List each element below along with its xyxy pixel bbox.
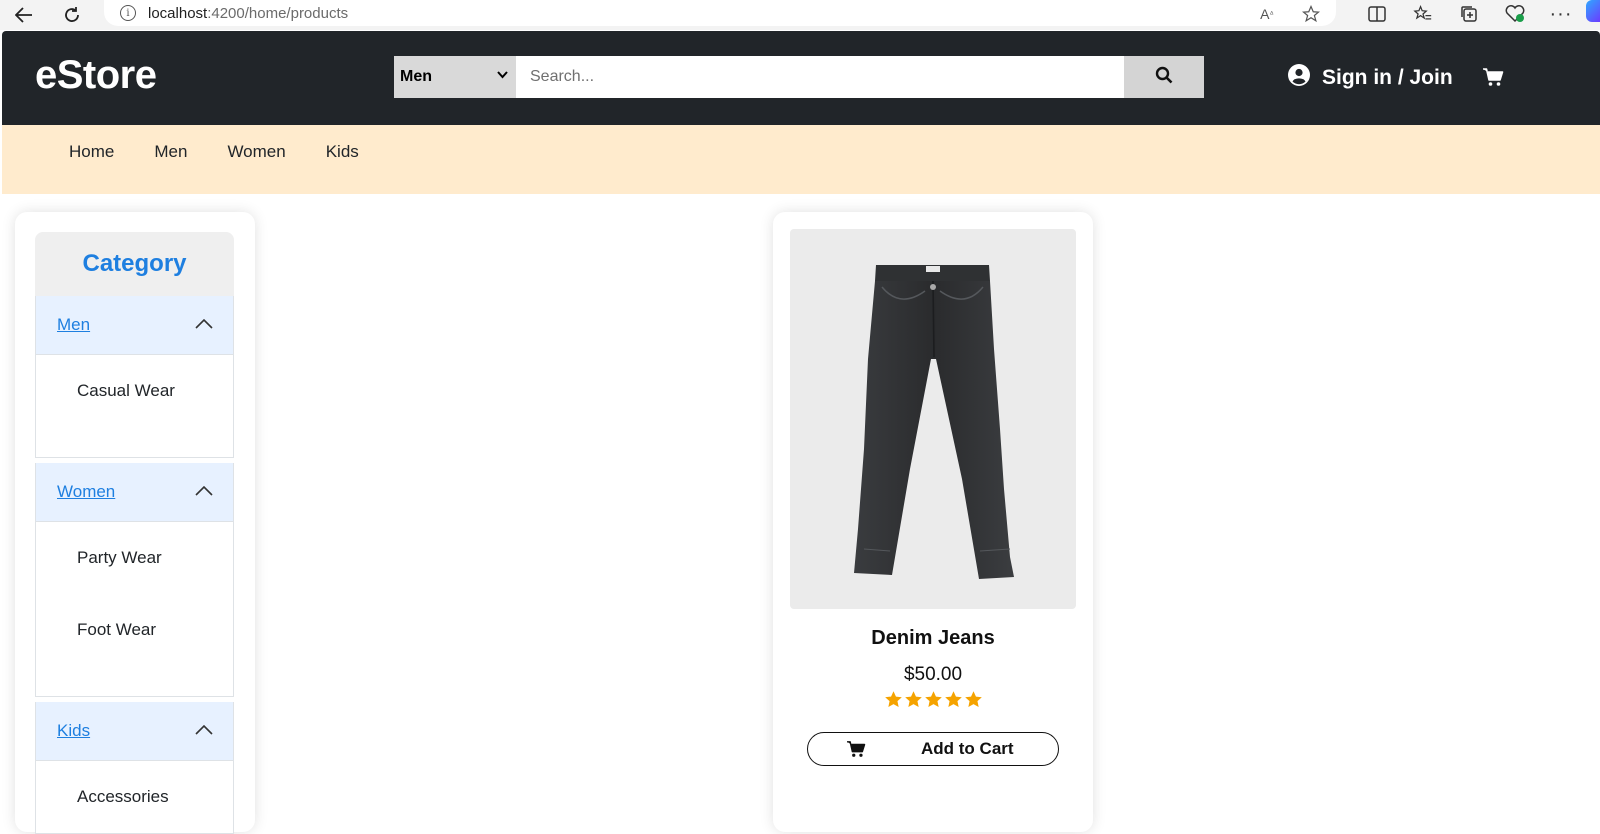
nav-link-home[interactable]: Home bbox=[69, 142, 114, 162]
subcategory-party-wear[interactable]: Party Wear bbox=[77, 522, 233, 594]
category-nav: Home Men Women Kids bbox=[2, 125, 1600, 194]
accordion-header-kids[interactable]: Kids bbox=[36, 702, 233, 761]
accordion-link-women[interactable]: Women bbox=[57, 482, 115, 502]
app-header: eStore Men Sign in / Join bbox=[2, 31, 1600, 125]
add-to-cart-label: Add to Cart bbox=[921, 739, 1014, 758]
search-category-value: Men bbox=[400, 68, 432, 85]
site-info-icon[interactable]: i bbox=[120, 5, 136, 21]
product-card: Denim Jeans $50.00 Add to Cart bbox=[773, 212, 1093, 832]
signin-label: Sign in / Join bbox=[1322, 66, 1453, 89]
cart-icon bbox=[846, 740, 866, 763]
search-input[interactable] bbox=[516, 56, 1124, 98]
product-price: $50.00 bbox=[903, 664, 963, 685]
nav-link-women[interactable]: Women bbox=[227, 142, 285, 162]
star-icon bbox=[964, 691, 982, 708]
accordion-link-kids[interactable]: Kids bbox=[57, 721, 90, 741]
subcategory-foot-wear[interactable]: Foot Wear bbox=[77, 594, 233, 666]
accordion-link-men[interactable]: Men bbox=[57, 315, 90, 335]
search-bar: Men bbox=[394, 56, 1204, 98]
search-icon bbox=[1155, 66, 1173, 89]
browser-essentials-icon[interactable] bbox=[1504, 3, 1526, 25]
nav-link-kids[interactable]: Kids bbox=[326, 142, 359, 162]
url-text: localhost:4200/home/products bbox=[148, 4, 349, 22]
accordion-kids: Kids Accessories bbox=[35, 702, 234, 834]
accordion-men: Men Casual Wear bbox=[35, 296, 234, 458]
chevron-up-icon[interactable] bbox=[195, 722, 213, 740]
search-category-select[interactable]: Men bbox=[394, 56, 516, 98]
star-icon bbox=[944, 691, 962, 708]
browser-toolbar: i localhost:4200/home/products Aᐞ ··· bbox=[0, 0, 1600, 30]
star-icon bbox=[884, 691, 902, 708]
back-icon[interactable] bbox=[10, 3, 38, 27]
chevron-up-icon[interactable] bbox=[195, 483, 213, 501]
chevron-up-icon[interactable] bbox=[195, 316, 213, 334]
signin-link[interactable]: Sign in / Join bbox=[1288, 64, 1453, 92]
accordion-header-men[interactable]: Men bbox=[36, 296, 233, 355]
nav-link-men[interactable]: Men bbox=[154, 142, 187, 162]
favorite-star-icon[interactable] bbox=[1300, 3, 1322, 25]
accordion-women: Women Party Wear Foot Wear bbox=[35, 463, 234, 697]
user-circle-icon bbox=[1288, 64, 1310, 92]
copilot-icon[interactable] bbox=[1586, 0, 1600, 22]
cart-icon[interactable] bbox=[1482, 67, 1504, 92]
star-icon bbox=[904, 691, 922, 708]
brand-logo[interactable]: eStore bbox=[35, 53, 157, 98]
more-menu-icon[interactable]: ··· bbox=[1550, 3, 1572, 25]
product-name[interactable]: Denim Jeans bbox=[773, 627, 1093, 650]
search-button[interactable] bbox=[1124, 56, 1204, 98]
rating-stars bbox=[773, 690, 1093, 715]
subcategory-accessories[interactable]: Accessories bbox=[77, 761, 233, 833]
collections-icon[interactable] bbox=[1458, 3, 1480, 25]
star-icon bbox=[924, 691, 942, 708]
refresh-icon[interactable] bbox=[58, 3, 86, 27]
address-bar[interactable]: i localhost:4200/home/products Aᐞ bbox=[104, 0, 1336, 26]
chevron-down-icon bbox=[497, 68, 508, 82]
product-image[interactable] bbox=[790, 229, 1076, 609]
split-screen-icon[interactable] bbox=[1366, 3, 1388, 25]
favorites-icon[interactable] bbox=[1412, 3, 1434, 25]
accordion-header-women[interactable]: Women bbox=[36, 463, 233, 522]
category-sidebar: Category Men Casual Wear Women Party Wea… bbox=[15, 212, 255, 834]
add-to-cart-button[interactable]: Add to Cart bbox=[807, 732, 1059, 766]
subcategory-casual-wear[interactable]: Casual Wear bbox=[77, 355, 233, 427]
sidebar-title: Category bbox=[35, 232, 234, 296]
read-aloud-icon[interactable]: Aᐞ bbox=[1256, 3, 1278, 25]
